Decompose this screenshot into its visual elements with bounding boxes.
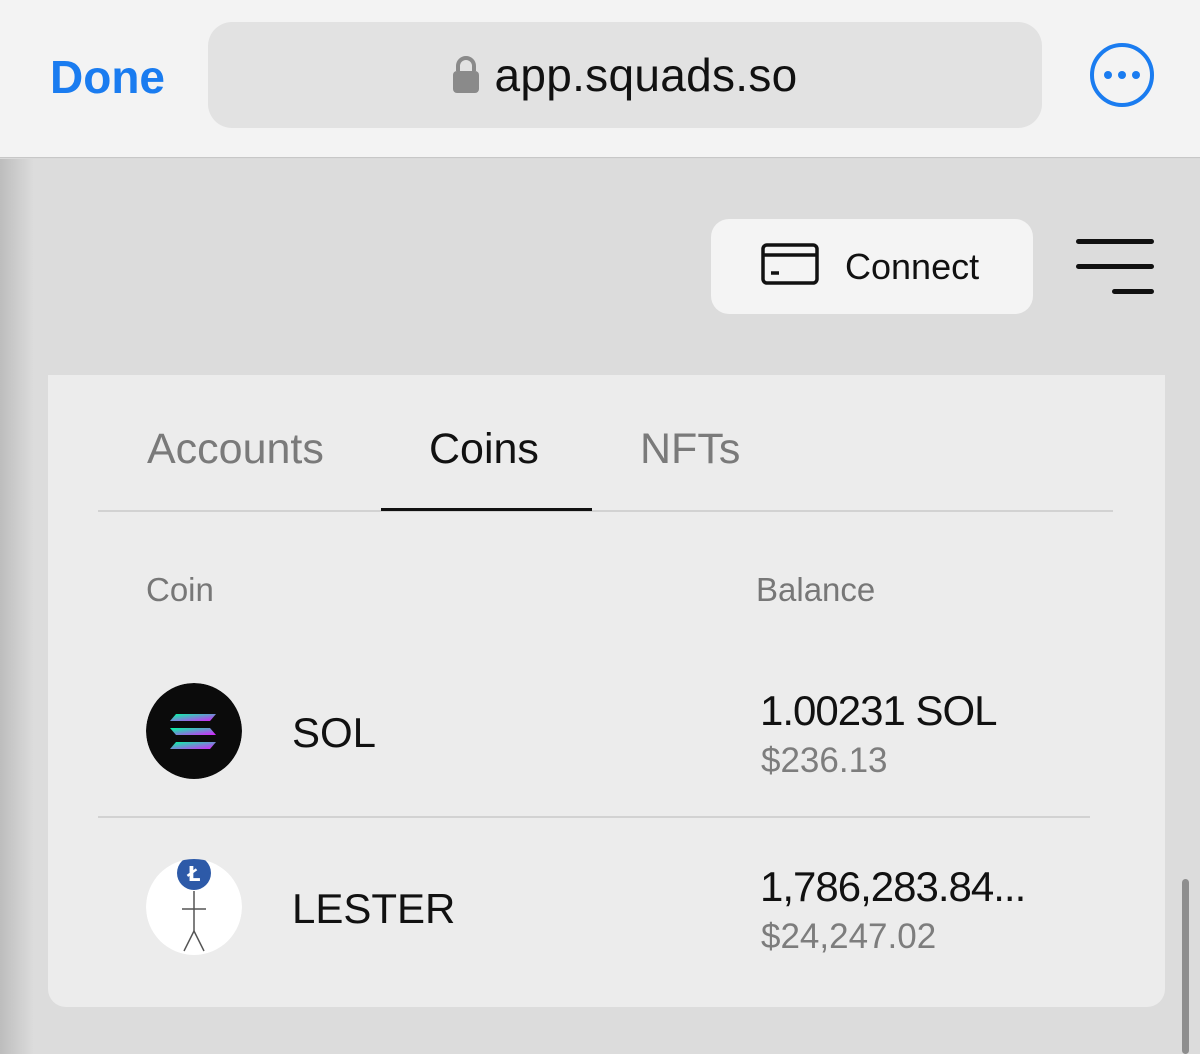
table-row[interactable]: SOL 1.00231 SOL $236.13: [146, 649, 1090, 809]
wallet-card-icon: [761, 243, 819, 290]
page-content: Connect Accounts Coins NFTs Coin Balance: [0, 159, 1200, 1054]
connect-wallet-button[interactable]: Connect: [711, 219, 1033, 314]
lester-logo-icon: Ł: [146, 859, 242, 955]
tab-accounts[interactable]: Accounts: [147, 425, 324, 474]
browser-toolbar: Done app.squads.so: [0, 0, 1200, 158]
tab-coins[interactable]: Coins: [429, 425, 539, 474]
tab-nfts[interactable]: NFTs: [640, 425, 740, 474]
menu-icon[interactable]: [1074, 239, 1154, 295]
balance-usd: $24,247.02: [761, 917, 937, 956]
solana-logo-icon: [146, 683, 242, 779]
done-button[interactable]: Done: [50, 50, 165, 104]
column-header-coin: Coin: [146, 571, 214, 608]
column-header-balance: Balance: [756, 571, 876, 608]
svg-text:Ł: Ł: [187, 862, 201, 886]
coin-name: SOL: [292, 709, 377, 756]
tab-bar: Accounts Coins NFTs: [98, 375, 1113, 512]
scrollbar[interactable]: [1182, 879, 1189, 1054]
balance-usd: $236.13: [761, 741, 888, 780]
active-tab-indicator: [381, 508, 592, 511]
lock-icon: [452, 55, 480, 99]
assets-card: Accounts Coins NFTs Coin Balance SOL 1.0…: [48, 375, 1165, 1007]
row-divider: [98, 816, 1090, 818]
address-bar[interactable]: app.squads.so: [208, 22, 1042, 128]
balance-amount: 1,786,283.84...: [760, 863, 1026, 910]
connect-label: Connect: [845, 245, 980, 287]
table-row[interactable]: Ł LESTER 1,786,283.84... $24,247.02: [146, 825, 1090, 985]
coin-name: LESTER: [292, 885, 456, 932]
more-options-icon[interactable]: [1090, 43, 1154, 107]
url-text: app.squads.so: [494, 49, 798, 101]
balance-amount: 1.00231 SOL: [760, 687, 998, 734]
